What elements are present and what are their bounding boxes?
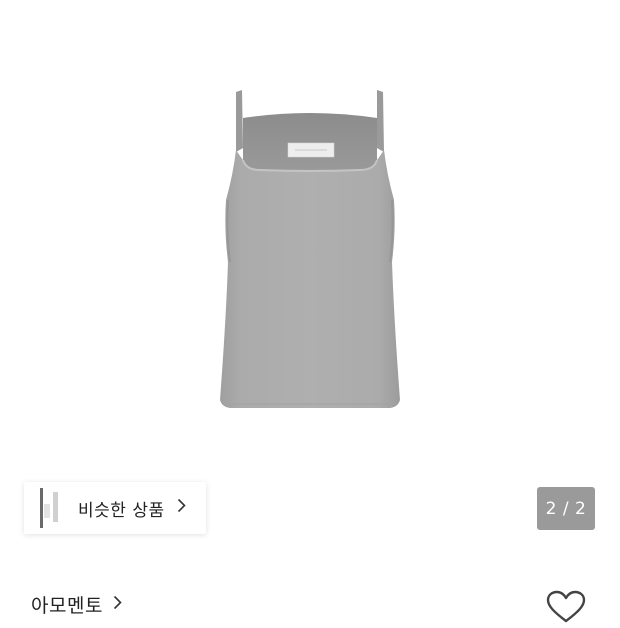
product-image[interactable] xyxy=(0,0,620,460)
similar-products-label: 비슷한 상품 xyxy=(78,500,165,521)
brand-name: 아모멘토 xyxy=(31,595,103,617)
chevron-right-icon xyxy=(177,498,186,518)
similar-products-button[interactable]: 비슷한 상품 xyxy=(24,482,206,534)
heart-outline-icon xyxy=(546,590,586,623)
like-button[interactable] xyxy=(546,590,586,624)
camisole-top-image xyxy=(220,90,400,408)
chevron-right-icon xyxy=(113,595,122,615)
brand-link[interactable]: 아모멘토 xyxy=(31,591,122,618)
gallery-page-indicator: 2 / 2 xyxy=(537,487,595,530)
similar-product-thumbnail xyxy=(24,482,58,534)
